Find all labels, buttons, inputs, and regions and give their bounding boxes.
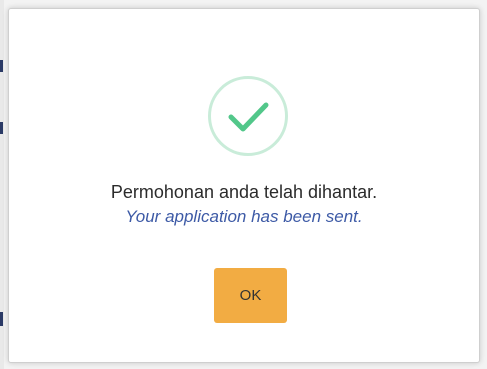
checkmark-icon — [228, 102, 269, 132]
success-message-english: Your application has been sent. — [125, 207, 363, 226]
check-circle-icon — [208, 76, 288, 156]
success-dialog: Permohonan anda telah dihantar. Your app… — [8, 8, 480, 363]
backdrop-mark — [0, 60, 3, 72]
backdrop-mark — [0, 312, 3, 326]
backdrop-mark — [0, 122, 3, 134]
success-message-malay: Permohonan anda telah dihantar. — [110, 182, 378, 202]
ok-button[interactable]: OK — [214, 268, 287, 323]
